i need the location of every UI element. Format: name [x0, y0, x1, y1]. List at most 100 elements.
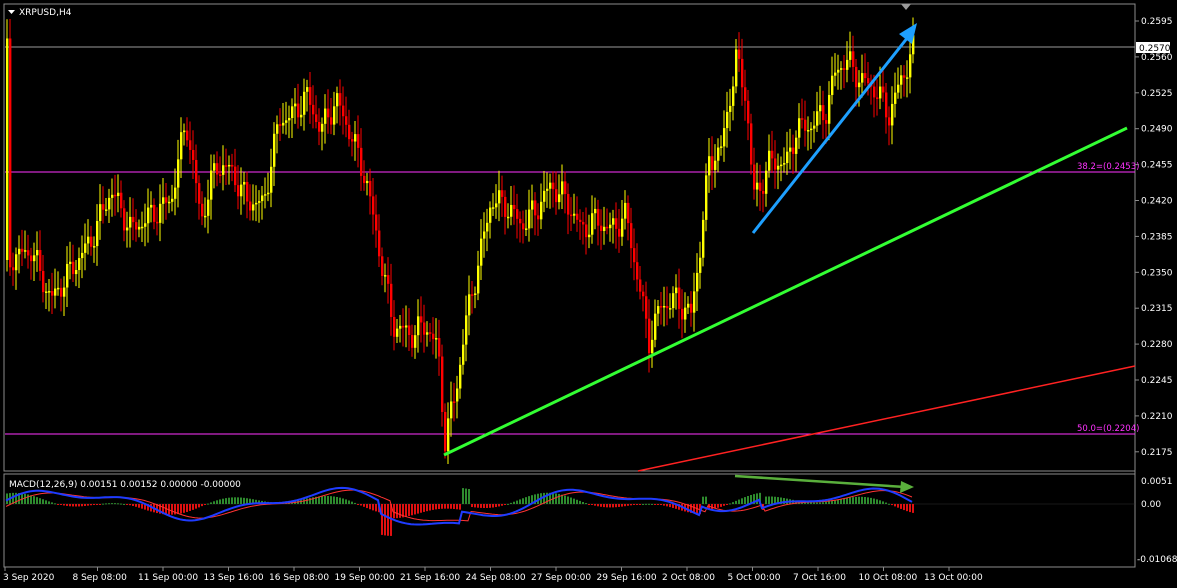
candle-body [876, 97, 879, 99]
macd-bar [765, 496, 767, 504]
candle-body [678, 287, 681, 309]
candle-body [717, 147, 720, 161]
candle-body [243, 181, 246, 185]
candle-body [477, 265, 480, 294]
time-axis-label: 29 Sep 16:00 [597, 573, 657, 583]
trading-chart[interactable]: 38.2=(0.2453) 50.0=(0.2204) XRPUSD,H4 0.… [0, 0, 1177, 588]
candle-body [294, 103, 297, 107]
macd-bar [654, 504, 656, 505]
candle-body [279, 124, 282, 126]
candle-body [615, 218, 618, 229]
candle-body [618, 228, 621, 237]
macd-bar [93, 504, 95, 505]
price-axis-label: 0.2280 [1141, 340, 1173, 350]
macd-bar [828, 501, 830, 504]
candle-body [873, 86, 876, 98]
macd-bar [72, 504, 74, 507]
candle-body [180, 132, 183, 160]
candle-body [60, 287, 63, 297]
macd-bar [513, 501, 515, 504]
candle-body [777, 165, 780, 170]
macd-bar [738, 499, 740, 504]
time-axis-label: 13 Oct 00:00 [924, 573, 983, 583]
macd-bar [414, 504, 416, 515]
candle-body [675, 287, 678, 294]
macd-bar [336, 496, 338, 504]
macd-histogram [6, 488, 914, 536]
macd-axis-bottom: -0.01068 [1137, 555, 1177, 565]
candle-body [768, 150, 771, 171]
macd-bar [522, 498, 524, 504]
candle-body [687, 303, 690, 308]
macd-bar [903, 504, 905, 511]
symbol-label[interactable]: XRPUSD,H4 [19, 8, 72, 18]
candle-body [120, 192, 123, 209]
red-trendline[interactable] [637, 365, 1136, 472]
candle-body [654, 313, 657, 340]
macd-bar [564, 495, 566, 504]
macd-bar [417, 504, 419, 514]
macd-bar [354, 502, 356, 504]
macd-bar [771, 496, 773, 504]
candle-body [147, 207, 150, 224]
candle-body [441, 356, 444, 412]
candle-body [531, 200, 534, 210]
macd-bar [645, 503, 647, 505]
candle-body [861, 73, 864, 83]
macd-bar [117, 503, 119, 505]
candle-body [549, 182, 552, 189]
candle-body [579, 219, 582, 222]
candle-body [585, 224, 588, 238]
macd-bar [366, 504, 368, 509]
candle-body [558, 194, 561, 203]
macd-bar [633, 504, 635, 505]
macd-bar [723, 504, 725, 506]
candle-body [192, 149, 195, 160]
macd-bar [507, 503, 509, 505]
macd-bar [444, 504, 446, 509]
macd-bar [558, 493, 560, 504]
candle-body [381, 256, 384, 276]
macd-bar [303, 499, 305, 504]
candle-body [663, 305, 666, 308]
macd-bar [717, 504, 719, 508]
candle-body [51, 291, 54, 296]
macd-bar [897, 504, 899, 508]
candle-body [714, 160, 717, 170]
candle-body [423, 322, 426, 335]
scroll-marker-icon[interactable] [901, 4, 911, 10]
macd-bar [726, 504, 728, 505]
macd-bar [510, 502, 512, 504]
candle-body [885, 92, 888, 118]
macd-bar [855, 496, 857, 504]
candle-body [312, 104, 315, 115]
candle-body [891, 103, 894, 126]
candle-body [264, 194, 267, 196]
price-axis-label: 0.2385 [1141, 232, 1173, 242]
candle-body [309, 87, 312, 105]
candle-body [435, 338, 438, 340]
candle-body [141, 226, 144, 229]
green-trendline[interactable] [443, 126, 1128, 457]
candle-body [705, 175, 708, 220]
candle-body [660, 306, 663, 308]
candle-body [762, 190, 765, 194]
macd-bar [603, 504, 605, 508]
macd-bar [858, 496, 860, 504]
macd-bar [849, 497, 851, 504]
time-axis-label: 10 Oct 08:00 [859, 573, 918, 583]
symbol-menu-icon[interactable] [8, 10, 15, 14]
candle-body [552, 182, 555, 190]
candle-body [582, 221, 585, 225]
candle-body [879, 86, 882, 99]
candle-body [783, 163, 786, 165]
macd-bar [369, 504, 371, 510]
candle-body [798, 118, 801, 138]
macd-bar [60, 504, 62, 505]
candle-body [24, 250, 27, 252]
candles-group [6, 17, 915, 465]
candle-body [357, 134, 360, 148]
candle-body [606, 226, 609, 229]
candle-body [402, 325, 405, 328]
macd-bar [630, 504, 632, 506]
